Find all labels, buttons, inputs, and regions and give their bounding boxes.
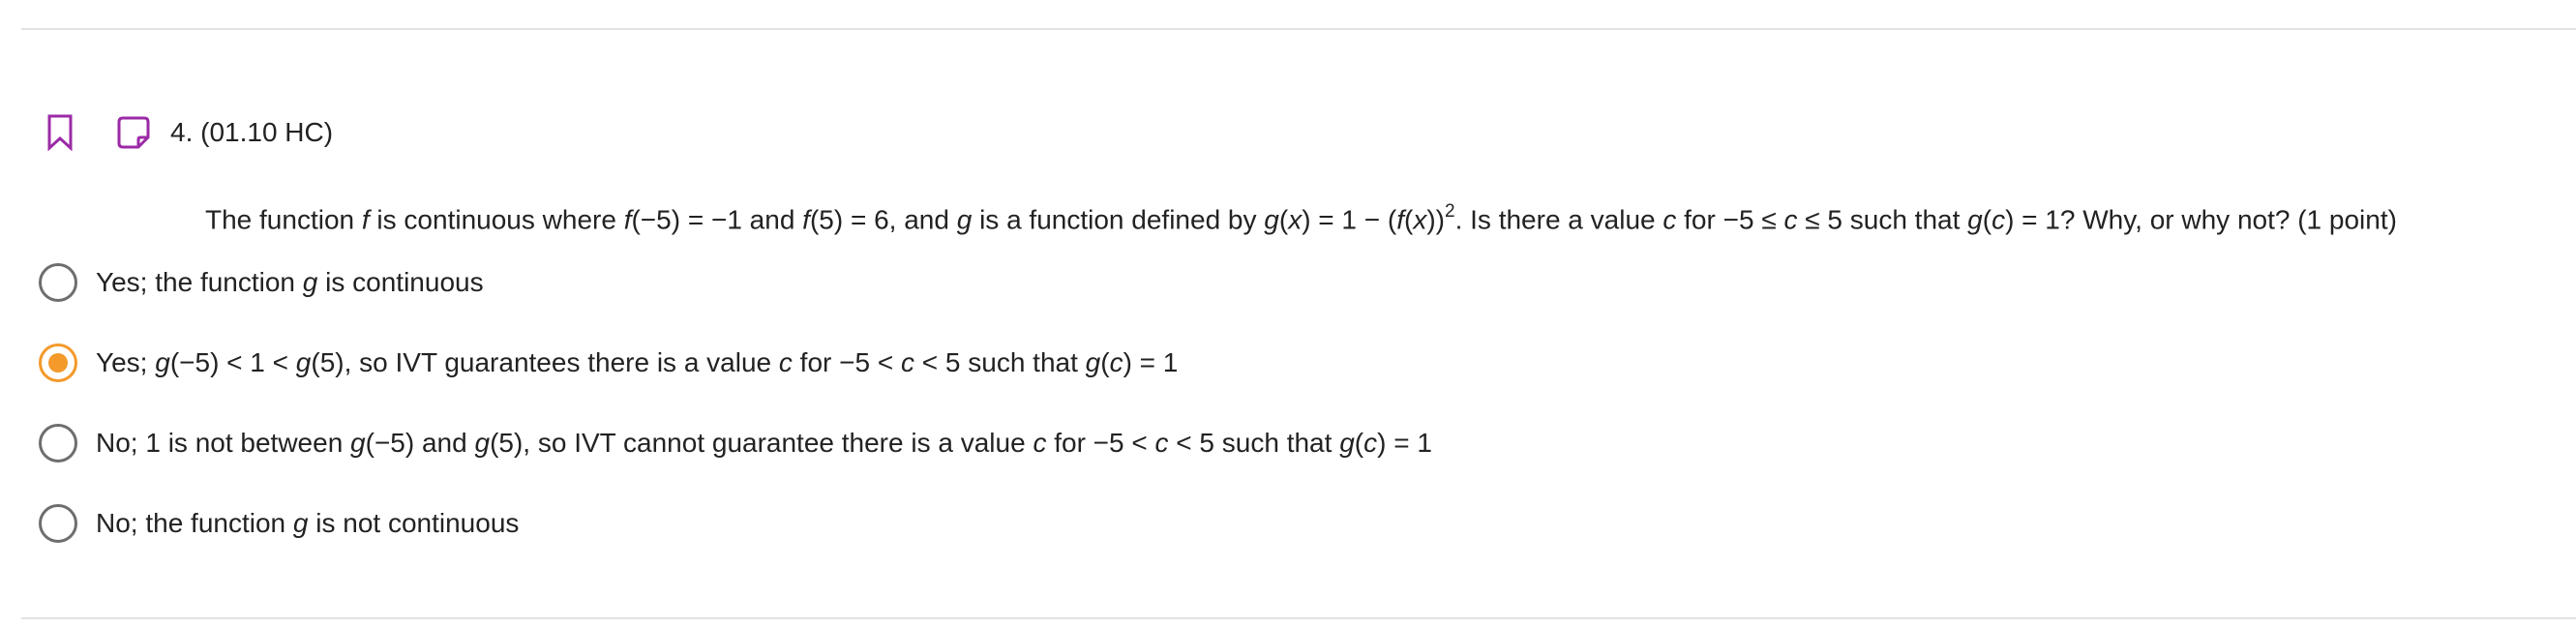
bottom-divider <box>21 617 2576 619</box>
answer-option-b-label[interactable]: Yes; g(−5) < 1 < g(5), so IVT guarantees… <box>96 343 1178 383</box>
radio-button-d[interactable] <box>39 504 77 543</box>
question-prompt: The function f is continuous where f(−5)… <box>205 201 2397 235</box>
radio-button-c[interactable] <box>39 424 77 463</box>
answer-option-a-label[interactable]: Yes; the function g is continuous <box>96 262 484 303</box>
answer-option-d-label[interactable]: No; the function g is not continuous <box>96 503 519 544</box>
note-icon[interactable] <box>116 110 151 155</box>
answer-option-a[interactable]: Yes; the function g is continuous <box>39 257 1432 308</box>
answer-options: Yes; the function g is continuous Yes; g… <box>39 257 1432 579</box>
answer-option-b[interactable]: Yes; g(−5) < 1 < g(5), so IVT guarantees… <box>39 338 1432 388</box>
bookmark-icon[interactable] <box>43 110 77 155</box>
question-number: 4. (01.10 HC) <box>170 117 334 147</box>
answer-option-d[interactable]: No; the function g is not continuous <box>39 498 1432 549</box>
answer-option-c[interactable]: No; 1 is not between g(−5) and g(5), so … <box>39 418 1432 468</box>
question-panel: 4. (01.10 HC) The function f is continuo… <box>0 0 2576 627</box>
radio-button-b[interactable] <box>39 343 77 382</box>
question-header: 4. (01.10 HC) <box>43 110 333 155</box>
radio-button-a[interactable] <box>39 263 77 302</box>
answer-option-c-label[interactable]: No; 1 is not between g(−5) and g(5), so … <box>96 423 1432 463</box>
top-divider <box>21 28 2576 30</box>
